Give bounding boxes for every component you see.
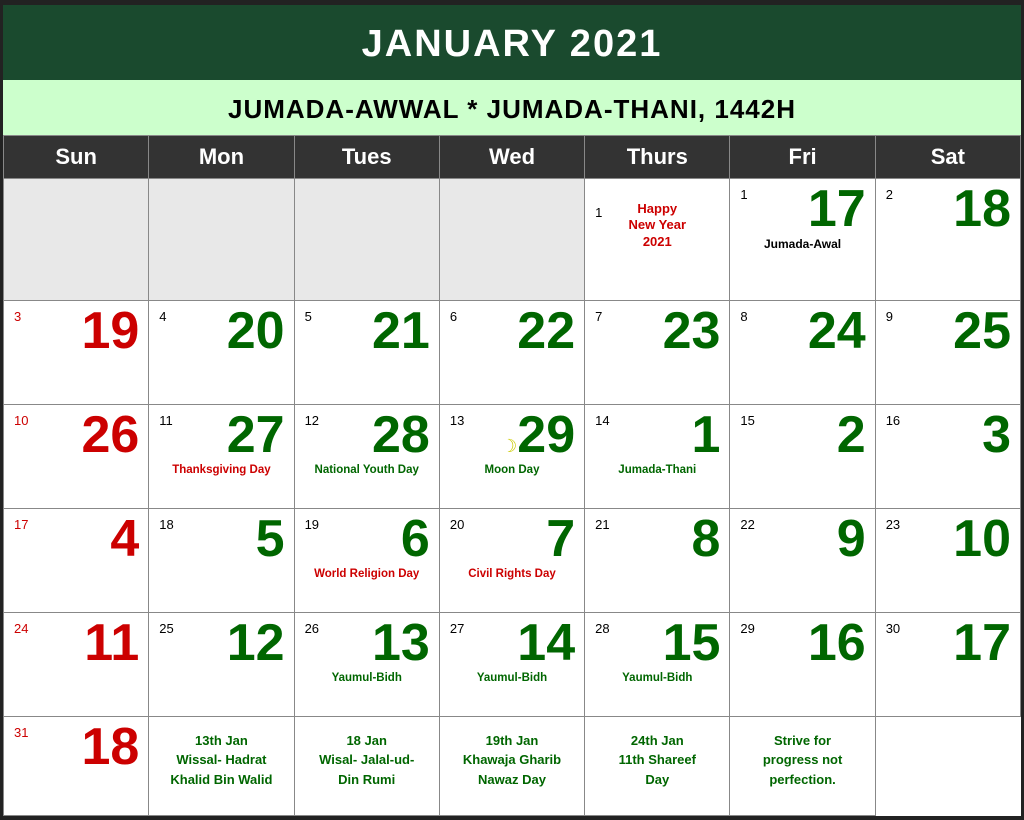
day-cell: 8 24 bbox=[730, 301, 875, 405]
day-cell: 16 3 bbox=[876, 405, 1021, 509]
day-cell: 31 18 bbox=[4, 717, 149, 816]
day-header-sun: Sun bbox=[4, 136, 149, 179]
day-cell: 27 14 Yaumul-Bidh bbox=[440, 613, 585, 717]
day-cell: 6 22 bbox=[440, 301, 585, 405]
day-cell: 29 16 bbox=[730, 613, 875, 717]
day-header-fri: Fri bbox=[730, 136, 875, 179]
day-header-mon: Mon bbox=[149, 136, 294, 179]
calendar-title: JANUARY 2021 bbox=[3, 5, 1021, 80]
calendar: JANUARY 2021 JUMADA-AWWAL * JUMADA-THANI… bbox=[0, 2, 1024, 819]
day-cell: 4 20 bbox=[149, 301, 294, 405]
day-header-wed: Wed bbox=[440, 136, 585, 179]
day-cell bbox=[295, 179, 440, 301]
day-cell: 1 17 Jumada-Awal bbox=[730, 179, 875, 301]
day-cell: 14 1 Jumada-Thani bbox=[585, 405, 730, 509]
day-cell: 28 15 Yaumul-Bidh bbox=[585, 613, 730, 717]
day-cell: 30 17 bbox=[876, 613, 1021, 717]
calendar-subheader: JUMADA-AWWAL * JUMADA-THANI, 1442H bbox=[3, 80, 1021, 135]
day-cell: 2 18 bbox=[876, 179, 1021, 301]
calendar-grid: SunMonTuesWedThursFriSat 1 HappyNew Year… bbox=[3, 135, 1021, 816]
day-cell: 26 13 Yaumul-Bidh bbox=[295, 613, 440, 717]
day-cell: 24th Jan11th ShareefDay bbox=[585, 717, 730, 816]
day-cell: 11 27 Thanksgiving Day bbox=[149, 405, 294, 509]
day-cell bbox=[440, 179, 585, 301]
day-header-sat: Sat bbox=[876, 136, 1021, 179]
day-cell bbox=[4, 179, 149, 301]
day-cell: 24 11 bbox=[4, 613, 149, 717]
day-cell: 18 5 bbox=[149, 509, 294, 613]
day-cell: 1 HappyNew Year2021 bbox=[585, 179, 730, 301]
day-cell: 17 4 bbox=[4, 509, 149, 613]
day-cell: 21 8 bbox=[585, 509, 730, 613]
day-cell: 23 10 bbox=[876, 509, 1021, 613]
day-cell bbox=[149, 179, 294, 301]
day-cell: 10 26 bbox=[4, 405, 149, 509]
day-cell: 20 7 Civil Rights Day bbox=[440, 509, 585, 613]
day-cell: Strive forprogress notperfection. bbox=[730, 717, 875, 816]
day-cell: 15 2 bbox=[730, 405, 875, 509]
day-cell: 7 23 bbox=[585, 301, 730, 405]
day-cell: 9 25 bbox=[876, 301, 1021, 405]
day-cell: 5 21 bbox=[295, 301, 440, 405]
day-cell: 25 12 bbox=[149, 613, 294, 717]
day-header-thurs: Thurs bbox=[585, 136, 730, 179]
day-header-tues: Tues bbox=[295, 136, 440, 179]
day-cell: 19th JanKhawaja GharibNawaz Day bbox=[440, 717, 585, 816]
day-cell: 13 ☽29 Moon Day bbox=[440, 405, 585, 509]
day-cell: 18 JanWisal- Jalal-ud-Din Rumi bbox=[295, 717, 440, 816]
day-cell: 12 28 National Youth Day bbox=[295, 405, 440, 509]
day-cell: 22 9 bbox=[730, 509, 875, 613]
day-cell: 3 19 bbox=[4, 301, 149, 405]
day-cell: 13th JanWissal- HadratKhalid Bin Walid bbox=[149, 717, 294, 816]
day-cell: 19 6 World Religion Day bbox=[295, 509, 440, 613]
